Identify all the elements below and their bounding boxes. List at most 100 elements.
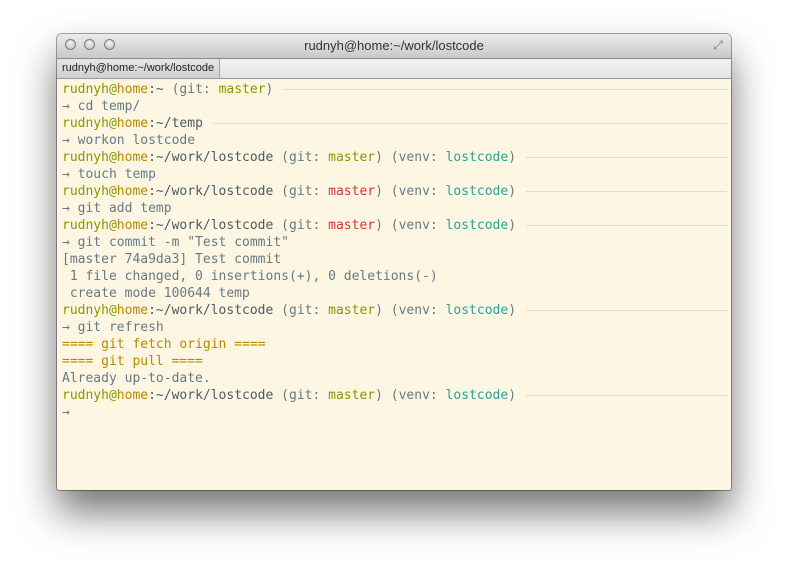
prompt-at: @ [108, 303, 117, 318]
prompt-divider [526, 310, 727, 311]
git-branch: master [328, 218, 376, 233]
prompt-divider [526, 395, 727, 396]
prompt-arrow-icon: → [62, 320, 70, 335]
command-text: touch temp [69, 167, 156, 182]
prompt-divider [526, 191, 727, 192]
output-text: 1 file changed, 0 insertions(+), 0 delet… [62, 269, 438, 284]
git-suffix: ) [375, 303, 383, 318]
fullscreen-icon[interactable]: ⤢ [711, 38, 725, 52]
prompt-divider [526, 157, 727, 158]
prompt-divider [283, 89, 727, 90]
command-line: → touch temp [62, 166, 727, 183]
output-line: ==== git fetch origin ==== [62, 336, 727, 353]
prompt-line: rudnyh @ home:~/work/lostcode (git: master… [62, 387, 727, 404]
prompt-path: :~/work/lostcode [148, 184, 274, 199]
command-line: → workon lostcode [62, 132, 727, 149]
venv-name: lostcode [445, 150, 509, 165]
prompt-line: rudnyh @ home:~/work/lostcode (git: master… [62, 302, 727, 319]
output-text: create mode 100644 temp [62, 286, 250, 301]
prompt-host: home [116, 303, 149, 318]
venv-name: lostcode [445, 184, 509, 199]
tab-active[interactable]: rudnyh@home:~/work/lostcode [57, 59, 221, 78]
git-prefix: (git: [273, 184, 329, 199]
git-prefix: (git: [273, 388, 329, 403]
venv-suffix: ) [508, 184, 517, 199]
prompt-path: :~/work/lostcode [148, 303, 274, 318]
prompt-arrow-icon: → [62, 99, 70, 114]
output-text: [master 74a9da3] Test commit [62, 252, 282, 267]
git-suffix: ) [265, 82, 274, 97]
git-branch: master [218, 82, 266, 97]
prompt-user: rudnyh [62, 150, 109, 165]
venv-name: lostcode [445, 303, 509, 318]
prompt-host: home [116, 388, 149, 403]
command-line: → git refresh [62, 319, 727, 336]
prompt-user: rudnyh [62, 218, 109, 233]
output-text: ==== git pull ==== [62, 354, 203, 369]
output-text: ==== git fetch origin ==== [62, 337, 266, 352]
output-text: Already up-to-date. [62, 371, 211, 386]
venv-prefix: (venv: [382, 150, 446, 165]
git-prefix: (git: [163, 82, 219, 97]
prompt-user: rudnyh [62, 116, 109, 131]
prompt-arrow-icon: → [62, 133, 70, 148]
prompt-host: home [116, 116, 149, 131]
venv-suffix: ) [508, 218, 517, 233]
prompt-arrow-icon: → [62, 201, 70, 216]
tab-bar: rudnyh@home:~/work/lostcode [57, 59, 731, 79]
venv-suffix: ) [508, 388, 517, 403]
git-suffix: ) [375, 218, 383, 233]
git-branch: master [328, 184, 376, 199]
prompt-divider [212, 123, 727, 124]
prompt-at: @ [108, 82, 117, 97]
venv-suffix: ) [508, 150, 517, 165]
venv-name: lostcode [445, 218, 509, 233]
command-line: → cd temp/ [62, 98, 727, 115]
prompt-user: rudnyh [62, 303, 109, 318]
prompt-line: rudnyh @ home:~/work/lostcode (git: master… [62, 217, 727, 234]
git-branch: master [328, 388, 376, 403]
prompt-line: rudnyh @ home:~/work/lostcode (git: master… [62, 149, 727, 166]
git-branch: master [328, 303, 376, 318]
git-branch: master [328, 150, 376, 165]
prompt-user: rudnyh [62, 388, 109, 403]
prompt-divider [526, 225, 727, 226]
git-prefix: (git: [273, 150, 329, 165]
prompt-arrow-icon: → [62, 235, 70, 250]
output-line: Already up-to-date. [62, 370, 727, 387]
output-line: create mode 100644 temp [62, 285, 727, 302]
git-prefix: (git: [273, 303, 329, 318]
venv-prefix: (venv: [382, 303, 446, 318]
venv-prefix: (venv: [382, 218, 446, 233]
prompt-at: @ [108, 116, 117, 131]
venv-suffix: ) [508, 303, 517, 318]
command-line: → git commit -m "Test commit" [62, 234, 727, 251]
prompt-at: @ [108, 218, 117, 233]
prompt-arrow-icon: → [62, 167, 70, 182]
command-text: git refresh [69, 320, 164, 335]
prompt-host: home [116, 150, 149, 165]
prompt-host: home [116, 218, 149, 233]
git-prefix: (git: [273, 218, 329, 233]
git-suffix: ) [375, 388, 383, 403]
prompt-line: rudnyh @ home:~/temp [62, 115, 727, 132]
prompt-path: :~/work/lostcode [148, 218, 274, 233]
git-suffix: ) [375, 184, 383, 199]
command-line: → git add temp [62, 200, 727, 217]
command-text: workon lostcode [69, 133, 196, 148]
prompt-line: rudnyh @ home:~ (git: master) [62, 81, 727, 98]
prompt-at: @ [108, 184, 117, 199]
terminal-output[interactable]: rudnyh @ home:~ (git: master) → cd temp/rud… [62, 81, 727, 490]
prompt-user: rudnyh [62, 82, 109, 97]
venv-prefix: (venv: [382, 184, 446, 199]
prompt-path: :~/temp [148, 116, 203, 131]
prompt-path: :~/work/lostcode [148, 150, 274, 165]
command-line: → [62, 404, 727, 421]
title-bar[interactable]: rudnyh@home:~/work/lostcode ⤢ [57, 34, 731, 59]
prompt-host: home [116, 82, 149, 97]
output-line: [master 74a9da3] Test commit [62, 251, 727, 268]
git-suffix: ) [375, 150, 383, 165]
prompt-line: rudnyh @ home:~/work/lostcode (git: master… [62, 183, 727, 200]
window-title: rudnyh@home:~/work/lostcode [304, 38, 484, 53]
command-text: git commit -m "Test commit" [69, 235, 289, 250]
